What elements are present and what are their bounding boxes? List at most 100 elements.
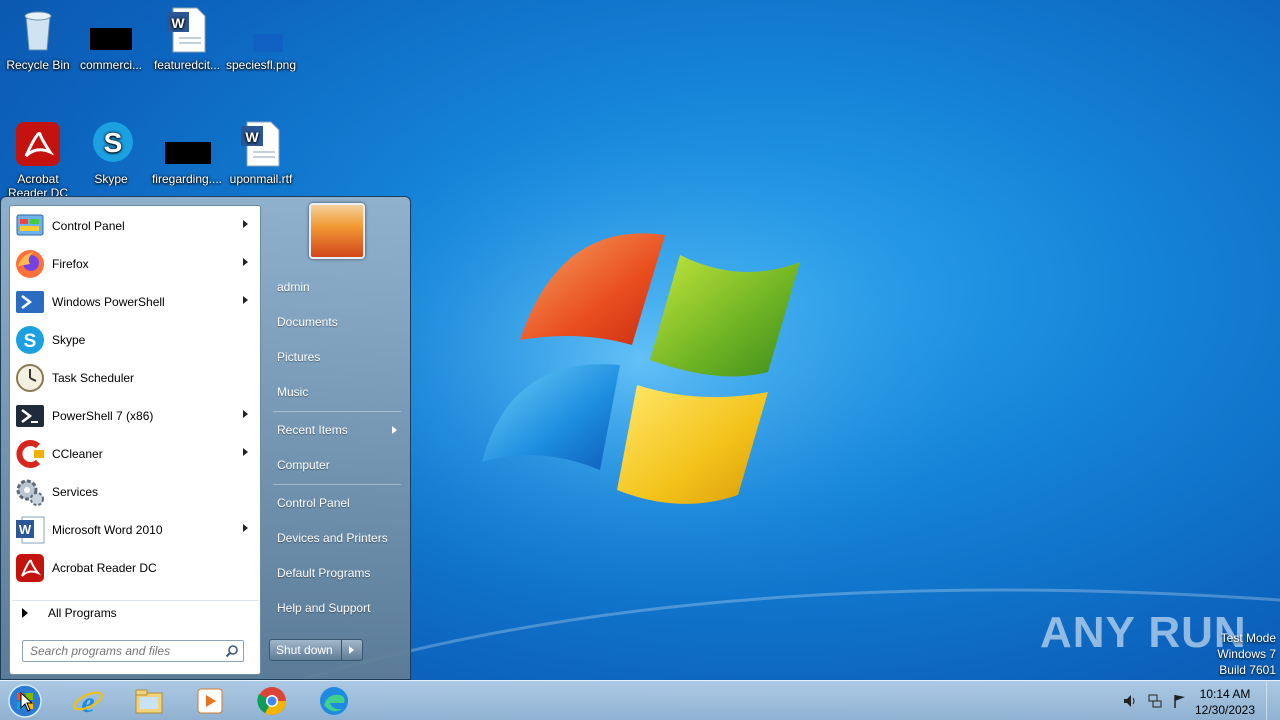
- recycle-bin-icon: [14, 6, 62, 54]
- desktop-icon-featuredcit[interactable]: W featuredcit...: [149, 6, 225, 72]
- places-music[interactable]: Music: [269, 377, 405, 407]
- redacted-file-icon: [163, 120, 211, 168]
- clock-date: 12/30/2023: [1194, 703, 1256, 717]
- program-acrobat-reader[interactable]: Acrobat Reader DC: [12, 550, 258, 586]
- skype-icon: S: [87, 120, 135, 168]
- program-control-panel[interactable]: Control Panel: [12, 208, 258, 244]
- shutdown-button[interactable]: Shut down: [270, 640, 342, 660]
- clock-time: 10:14 AM: [1199, 687, 1251, 701]
- taskbar-file-explorer[interactable]: [121, 683, 177, 719]
- separator: [273, 484, 401, 485]
- program-label: PowerShell 7 (x86): [52, 409, 154, 423]
- build-number-text: Build 7601: [1219, 663, 1276, 677]
- places-admin[interactable]: admin: [269, 272, 405, 302]
- program-services[interactable]: Services: [12, 474, 258, 510]
- taskbar-media-player[interactable]: [182, 683, 238, 719]
- places-documents[interactable]: Documents: [269, 307, 405, 337]
- program-firefox[interactable]: Firefox: [12, 246, 258, 282]
- word-document-icon: W: [163, 6, 211, 54]
- program-microsoft-word[interactable]: W Microsoft Word 2010: [12, 512, 258, 548]
- acrobat-icon: [14, 120, 62, 168]
- mouse-cursor-icon: [20, 692, 34, 712]
- places-computer[interactable]: Computer: [269, 450, 405, 480]
- program-label: Windows PowerShell: [52, 295, 165, 309]
- firefox-icon: [14, 248, 46, 280]
- task-scheduler-icon: [14, 362, 46, 394]
- desktop-icon-firegarding[interactable]: firegarding....: [149, 120, 225, 186]
- all-programs-label: All Programs: [48, 605, 117, 620]
- os-name-text: Windows 7: [1217, 647, 1276, 661]
- places-devices-and-printers[interactable]: Devices and Printers: [269, 523, 405, 553]
- internet-explorer-icon: e: [73, 686, 103, 717]
- start-menu-places-pane: admin Documents Pictures Music Recent It…: [263, 197, 411, 681]
- submenu-arrow-icon[interactable]: [243, 448, 248, 456]
- word-document-icon: W: [237, 120, 285, 168]
- search-box[interactable]: [22, 640, 244, 662]
- desktop-icon-label: firegarding....: [151, 172, 223, 186]
- submenu-arrow-icon[interactable]: [243, 220, 248, 228]
- taskbar-chrome[interactable]: [244, 683, 300, 719]
- program-label: Acrobat Reader DC: [52, 561, 157, 575]
- network-icon[interactable]: [1147, 693, 1163, 709]
- program-label: Skype: [52, 333, 86, 347]
- recent-items-label: Recent Items: [277, 423, 348, 437]
- powershell7-icon: [14, 400, 46, 432]
- program-powershell-7[interactable]: PowerShell 7 (x86): [12, 398, 258, 434]
- submenu-arrow-icon: [392, 426, 397, 434]
- search-icon[interactable]: [225, 644, 239, 658]
- desktop-icon-recycle-bin[interactable]: Recycle Bin: [0, 6, 76, 72]
- desktop-icon-label: Recycle Bin: [6, 58, 70, 72]
- powershell-icon: [14, 286, 46, 318]
- shutdown-options-arrow[interactable]: [342, 640, 362, 660]
- submenu-arrow-icon[interactable]: [243, 258, 248, 266]
- places-recent-items[interactable]: Recent Items: [269, 415, 405, 445]
- search-input[interactable]: [23, 641, 213, 661]
- anyrun-watermark: ANY RUN: [1040, 608, 1247, 657]
- desktop-icon-acrobat[interactable]: Acrobat Reader DC: [0, 120, 76, 200]
- desktop-icon-uponmail[interactable]: W uponmail.rtf: [223, 120, 299, 186]
- show-desktop-button[interactable]: [1266, 681, 1280, 720]
- program-skype[interactable]: S Skype: [12, 322, 258, 358]
- program-task-scheduler[interactable]: Task Scheduler: [12, 360, 258, 396]
- places-control-panel[interactable]: Control Panel: [269, 488, 405, 518]
- all-programs-button[interactable]: All Programs: [12, 600, 258, 624]
- taskbar-internet-explorer[interactable]: e: [60, 683, 116, 719]
- volume-icon[interactable]: [1122, 693, 1138, 709]
- places-help-and-support[interactable]: Help and Support: [269, 593, 405, 623]
- submenu-arrow-icon[interactable]: [243, 296, 248, 304]
- redacted-file-icon: [87, 6, 135, 54]
- desktop-icon-skype[interactable]: S Skype: [73, 120, 149, 186]
- start-menu: Control Panel Firefox Windows PowerShell…: [0, 196, 411, 680]
- submenu-arrow-icon[interactable]: [243, 410, 248, 418]
- skype-icon: S: [14, 324, 46, 356]
- desktop-icon-label: uponmail.rtf: [229, 172, 293, 186]
- taskbar: e 10:14 AM 12/30/2023: [0, 680, 1280, 720]
- desktop-icon-label: speciesfl.png: [225, 58, 297, 72]
- places-pictures[interactable]: Pictures: [269, 342, 405, 372]
- taskbar-edge[interactable]: [306, 683, 362, 719]
- desktop-icon-commerci[interactable]: commerci...: [73, 6, 149, 72]
- svg-text:S: S: [104, 127, 123, 158]
- places-default-programs[interactable]: Default Programs: [269, 558, 405, 588]
- program-ccleaner[interactable]: CCleaner: [12, 436, 258, 472]
- program-label: Control Panel: [52, 219, 125, 233]
- desktop-icon-speciesfl[interactable]: speciesfl.png: [223, 6, 299, 72]
- media-player-icon: [197, 688, 223, 714]
- svg-text:W: W: [245, 129, 259, 145]
- program-windows-powershell[interactable]: Windows PowerShell: [12, 284, 258, 320]
- program-label: Task Scheduler: [52, 371, 135, 385]
- acrobat-icon: [14, 552, 46, 584]
- file-explorer-icon: [135, 689, 163, 714]
- system-clock[interactable]: 10:14 AM 12/30/2023: [1190, 686, 1260, 718]
- user-avatar[interactable]: [309, 203, 365, 259]
- chrome-icon: [257, 687, 286, 715]
- desktop-icon-label: featuredcit...: [153, 58, 221, 72]
- program-label: CCleaner: [52, 447, 103, 461]
- desktop-icon-label: Skype: [94, 172, 128, 186]
- svg-text:W: W: [19, 522, 32, 537]
- desktop-icon-label: commerci...: [79, 58, 142, 72]
- submenu-arrow-icon[interactable]: [243, 524, 248, 532]
- action-center-flag-icon[interactable]: [1172, 693, 1188, 709]
- test-mode-text: Test Mode: [1220, 631, 1276, 645]
- svg-text:W: W: [171, 15, 185, 31]
